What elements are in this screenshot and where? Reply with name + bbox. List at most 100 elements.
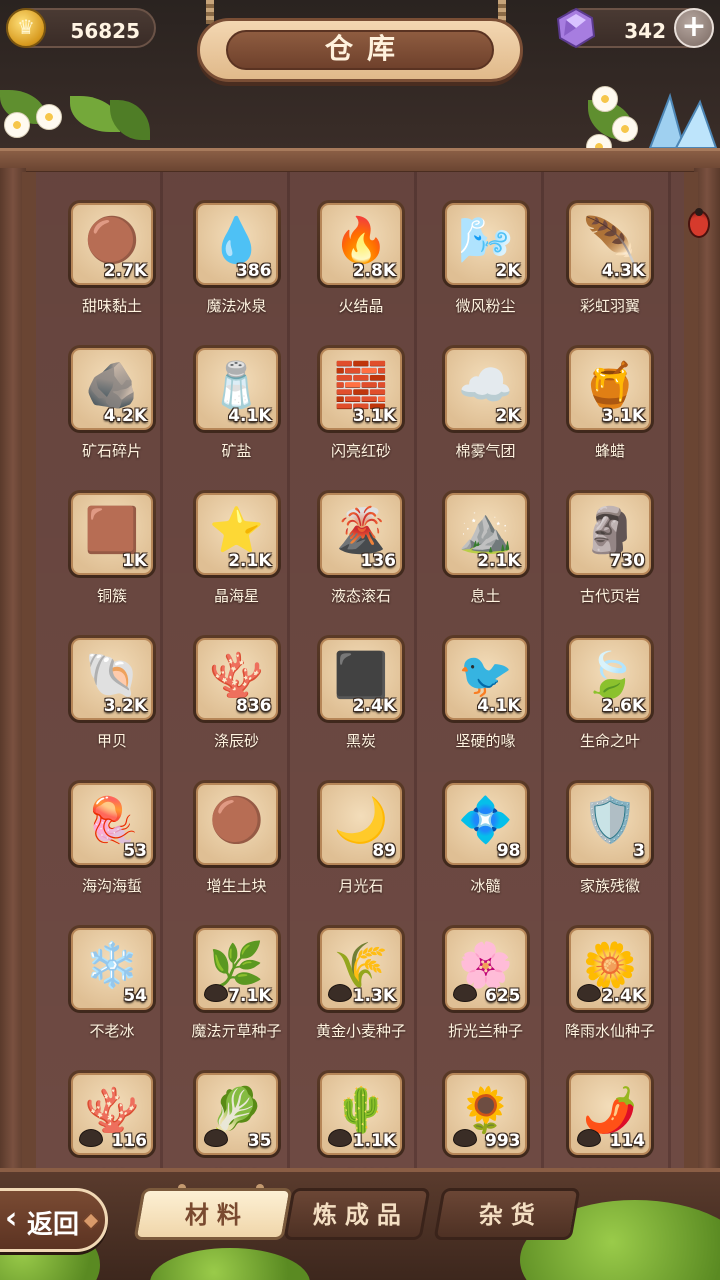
item-tile[interactable]: 🍃 2.6K [566,635,654,723]
item-tile[interactable]: 🌵 1.1K [317,1070,405,1158]
item-tile[interactable]: 🌾 1.3K [317,925,405,1013]
tab-misc[interactable]: 杂货 [433,1188,581,1240]
item-tile-inner: 🪶 4.3K [569,203,651,285]
item-tile[interactable]: 🌿 7.1K [192,925,281,1013]
inventory-slot[interactable]: 🪼 53 海沟海蜇 [56,778,181,923]
item-quantity: 4.1K [228,406,272,426]
item-tile[interactable]: 🌬️ 2K [441,200,530,288]
inventory-slot[interactable]: 🧱 3.1K 闪亮红砂 [305,343,430,488]
inventory-slot[interactable]: ⬛ 2.4K 黑炭 [305,633,430,778]
item-tile[interactable]: 🧂 4.1K [192,345,281,433]
inventory-slot[interactable]: 🟫 1K 铜簇 [56,488,181,633]
item-icon: ⭐ [209,504,264,556]
inventory-slot[interactable]: 💧 386 魔法冰泉 [181,198,306,343]
inventory-slot[interactable]: 🌬️ 2K 微风粉尘 [430,198,555,343]
item-tile-inner: ⛰️ 2.1K [444,493,527,575]
item-tile[interactable]: 🥬 35 [192,1070,281,1158]
gold-amount: 56825 [70,19,140,43]
item-tile-inner: 🌿 7.1K [195,928,278,1010]
tab-materials[interactable]: 材料 [133,1188,293,1240]
item-quantity: 35 [247,1131,272,1151]
item-quantity: 386 [236,261,272,281]
item-tile[interactable]: 🪸 836 [192,635,281,723]
item-tile[interactable]: 🐚 3.2K [68,635,156,723]
inventory-slot[interactable]: 🐦 4.1K 坚硬的喙 [430,633,555,778]
inventory-slot[interactable]: 🌿 7.1K 魔法亓草种子 [181,923,306,1068]
tab-crafted-label: 炼成品 [312,1201,409,1229]
diamond-pin-icon [82,1212,100,1230]
item-icon: 🪶 [582,214,638,266]
inventory-slot[interactable]: 🌾 1.3K 黄金小麦种子 [305,923,430,1068]
item-tile[interactable]: 💧 386 [192,200,281,288]
inventory-slot[interactable]: 🍯 3.1K 蜂蜡 [554,343,679,488]
item-tile-inner: 🧱 3.1K [320,348,402,430]
add-gems-button[interactable]: + [674,8,714,48]
item-quantity: 1K [121,551,147,571]
inventory-slot[interactable]: ⭐ 2.1K 晶海星 [181,488,306,633]
tab-crafted[interactable]: 炼成品 [283,1188,431,1240]
item-tile[interactable]: ⛰️ 2.1K [441,490,530,578]
item-name: 涤辰砂 [213,732,259,750]
item-tile[interactable]: 🌻 993 [441,1070,530,1158]
back-button[interactable]: ‹ 返回 [0,1188,108,1252]
inventory-slot[interactable]: 🌙 89 月光石 [305,778,430,923]
inventory-slot[interactable]: ❄️ 54 不老冰 [56,923,181,1068]
item-icon: ⛰️ [458,504,513,556]
inventory-slot[interactable]: 🐚 3.2K 甲贝 [56,633,181,778]
inventory-slot[interactable]: 🟤 增生土块 [181,778,306,923]
inventory-slot[interactable]: 🪶 4.3K 彩虹羽翼 [554,198,679,343]
item-name: 古代页岩 [579,587,640,605]
item-quantity: 3.1K [352,406,396,426]
inventory-slot[interactable]: ☁️ 2K 棉雾气团 [430,343,555,488]
item-tile[interactable]: 🟤 2.7K [68,200,156,288]
inventory-slot[interactable]: 🧂 4.1K 矿盐 [181,343,306,488]
item-icon: 🟫 [84,504,140,556]
item-tile-inner: 🔥 2.8K [320,203,402,285]
item-tile[interactable]: 💠 98 [441,780,530,868]
item-quantity: 2.1K [228,551,272,571]
item-tile[interactable]: 🐦 4.1K [441,635,530,723]
inventory-slot[interactable]: 🌸 625 折光兰种子 [430,923,555,1068]
item-name: 棉雾气团 [455,442,516,460]
item-tile[interactable]: 🛡️ 3 [566,780,654,868]
item-tile[interactable]: 🟤 [192,780,281,868]
inventory-slot[interactable]: 🟤 2.7K 甜味黏土 [56,198,181,343]
inventory-slot[interactable]: 🗿 730 古代页岩 [554,488,679,633]
inventory-slot[interactable]: 🍃 2.6K 生命之叶 [554,633,679,778]
item-tile[interactable]: 🌼 2.4K [566,925,654,1013]
seed-badge-icon [203,984,228,1002]
inventory-slot[interactable]: 🪸 836 涤辰砂 [181,633,306,778]
item-tile[interactable]: 🪨 4.2K [68,345,156,433]
item-tile[interactable]: 🟫 1K [68,490,156,578]
item-tile[interactable]: 🧱 3.1K [317,345,405,433]
item-name: 甲贝 [96,732,127,750]
item-tile[interactable]: 🔥 2.8K [317,200,405,288]
item-tile[interactable]: 🌸 625 [441,925,530,1013]
item-tile[interactable]: 🌋 136 [317,490,405,578]
item-name: 不老冰 [89,1022,135,1040]
chevron-left-icon: ‹ [5,1201,18,1236]
inventory-slot[interactable]: 🌼 2.4K 降雨水仙种子 [554,923,679,1068]
item-tile[interactable]: 🪸 116 [68,1070,156,1158]
item-tile-inner: 🌋 136 [320,493,402,575]
item-tile[interactable]: 🌶️ 114 [566,1070,654,1158]
item-tile[interactable]: ⬛ 2.4K [317,635,405,723]
inventory-slot[interactable]: 🪨 4.2K 矿石碎片 [56,343,181,488]
item-tile[interactable]: 🗿 730 [566,490,654,578]
inventory-slot[interactable]: 🌋 136 液态滚石 [305,488,430,633]
item-tile-inner: ❄️ 54 [71,928,153,1010]
item-tile[interactable]: ❄️ 54 [68,925,156,1013]
item-tile[interactable]: 🌙 89 [317,780,405,868]
item-name: 火结晶 [338,297,384,315]
inventory-slot[interactable]: 🔥 2.8K 火结晶 [305,198,430,343]
gem-icon [556,7,596,49]
inventory-slot[interactable]: 🛡️ 3 家族残徽 [554,778,679,923]
item-tile[interactable]: ⭐ 2.1K [192,490,281,578]
inventory-slot[interactable]: 💠 98 冰髓 [430,778,555,923]
item-tile[interactable]: ☁️ 2K [441,345,530,433]
item-tile[interactable]: 🍯 3.1K [566,345,654,433]
item-icon: 🧱 [333,359,389,411]
item-tile[interactable]: 🪼 53 [68,780,156,868]
inventory-slot[interactable]: ⛰️ 2.1K 息土 [430,488,555,633]
item-tile[interactable]: 🪶 4.3K [566,200,654,288]
